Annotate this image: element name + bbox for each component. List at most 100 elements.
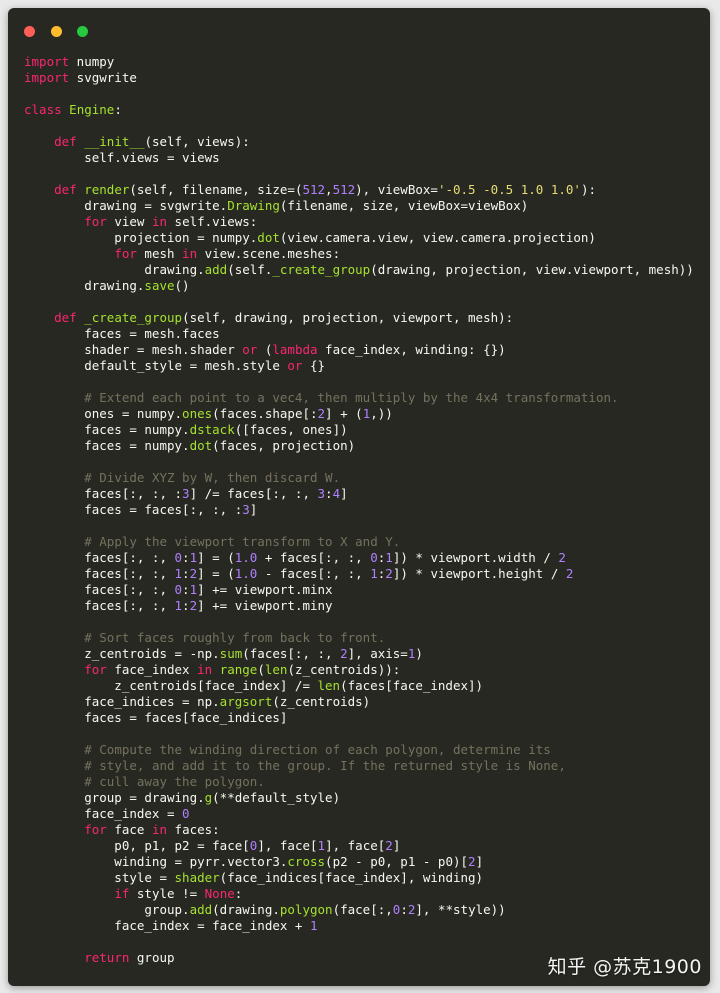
code-line: faces[:, :, 1:2] = (1.0 - faces[:, :, 1:… [24,566,706,582]
code-token: (drawing, projection, view.viewport, mes… [370,262,694,277]
code-token: {} [302,358,326,373]
code-line: drawing.add(self._create_group(drawing, … [24,262,706,278]
code-token: '-0.5 -0.5 1.0 1.0' [437,182,581,197]
code-token: def [54,134,77,149]
code-token: polygon [279,902,333,917]
code-token: 2 [189,566,198,581]
code-line: def __init__(self, views): [24,134,706,150]
code-token: add [189,902,213,917]
close-dot-icon[interactable] [24,26,35,37]
code-line: face_indices = np.argsort(z_centroids) [24,694,706,710]
code-line: face_index = 0 [24,806,706,822]
code-token: ] [249,502,258,517]
code-token: (faces[:, :, [242,646,341,661]
code-line: group = drawing.g(**default_style) [24,790,706,806]
code-token: 1 [317,838,326,853]
code-line: drawing = svgwrite.Drawing(filename, siz… [24,198,706,214]
code-token: ]) * viewport.width / [392,550,559,565]
code-token: 1 [189,582,198,597]
code-token: face_index, winding: {}) [317,342,506,357]
code-token: 512 [302,182,326,197]
code-line: # style, and add it to the group. If the… [24,758,706,774]
code-token: 1.0 [234,566,258,581]
code-token: ] [392,838,401,853]
code-token: None [204,886,235,901]
code-token: 4 [332,486,341,501]
code-token: add [204,262,228,277]
minimize-dot-icon[interactable] [50,26,62,37]
code-token: ]) * viewport.height / [392,566,566,581]
code-token: faces[:, :, [24,582,175,597]
code-token: # Divide XYZ by W, then discard W. [84,470,341,485]
code-token: # style, and add it to the group. If the… [84,758,566,773]
code-line: faces = faces[:, :, :3] [24,502,706,518]
code-token: or [287,358,303,373]
code-token: 1 [385,550,393,565]
code-token: : [182,550,190,565]
code-token: view.scene.meshes: [197,246,341,261]
code-token: for [84,662,107,677]
code-token: face_index = face_index + [24,918,310,933]
code-token: faces[:, :, [24,566,175,581]
code-line: faces[:, :, 0:1] += viewport.minx [24,582,706,598]
code-token: (**default_style) [212,790,341,805]
code-token: range [219,662,258,677]
code-token: 2 [385,566,393,581]
code-line: for face in faces: [24,822,706,838]
code-token: 1.0 [234,550,258,565]
code-token: 0 [182,806,190,821]
code-token: ], **style)) [415,902,506,917]
code-token: ] += viewport.miny [197,598,333,613]
code-block: import numpy import svgwrite class Engine:… [24,54,706,966]
code-token: faces = numpy. [24,438,190,453]
code-token: def [54,182,77,197]
code-token: (z_centroids)): [287,662,401,677]
zoom-dot-icon[interactable] [77,26,89,37]
code-token: 3 [242,502,250,517]
code-token: in [197,662,213,677]
code-token: (self, views): [144,134,250,149]
code-token: faces = faces[:, :, : [24,502,243,517]
code-token: numpy [69,54,115,69]
code-token: if [114,886,130,901]
code-token: 2 [468,854,476,869]
code-token: : [182,582,190,597]
code-token: ], face[ [257,838,318,853]
code-window: import numpy import svgwrite class Engine:… [8,8,710,986]
code-line: import numpy [24,54,706,70]
code-line: class Engine: [24,102,706,118]
code-token: (faces.shape[: [212,406,318,421]
code-line: # cull away the polygon. [24,774,706,790]
code-token: __init__ [84,134,145,149]
code-token: # Extend each point to a vec4, then mult… [84,390,619,405]
code-token: ), viewBox= [355,182,438,197]
code-token: sum [219,646,243,661]
code-token: ([faces, ones]) [234,422,348,437]
code-token: faces = mesh.faces [24,326,220,341]
code-token: face_index [106,662,198,677]
code-token: self.views: [167,214,258,229]
code-token: ], face[ [325,838,386,853]
code-line: import svgwrite [24,70,706,86]
code-token: 0 [174,550,183,565]
code-token: view [106,214,152,229]
code-token: faces[:, :, : [24,486,183,501]
code-token: save [144,278,175,293]
code-token: : [182,598,190,613]
code-token: Engine [69,102,115,117]
code-line: z_centroids = -np.sum(faces[:, :, 2], ax… [24,646,706,662]
code-line: # Sort faces roughly from back to front. [24,630,706,646]
code-token: class [24,102,62,117]
